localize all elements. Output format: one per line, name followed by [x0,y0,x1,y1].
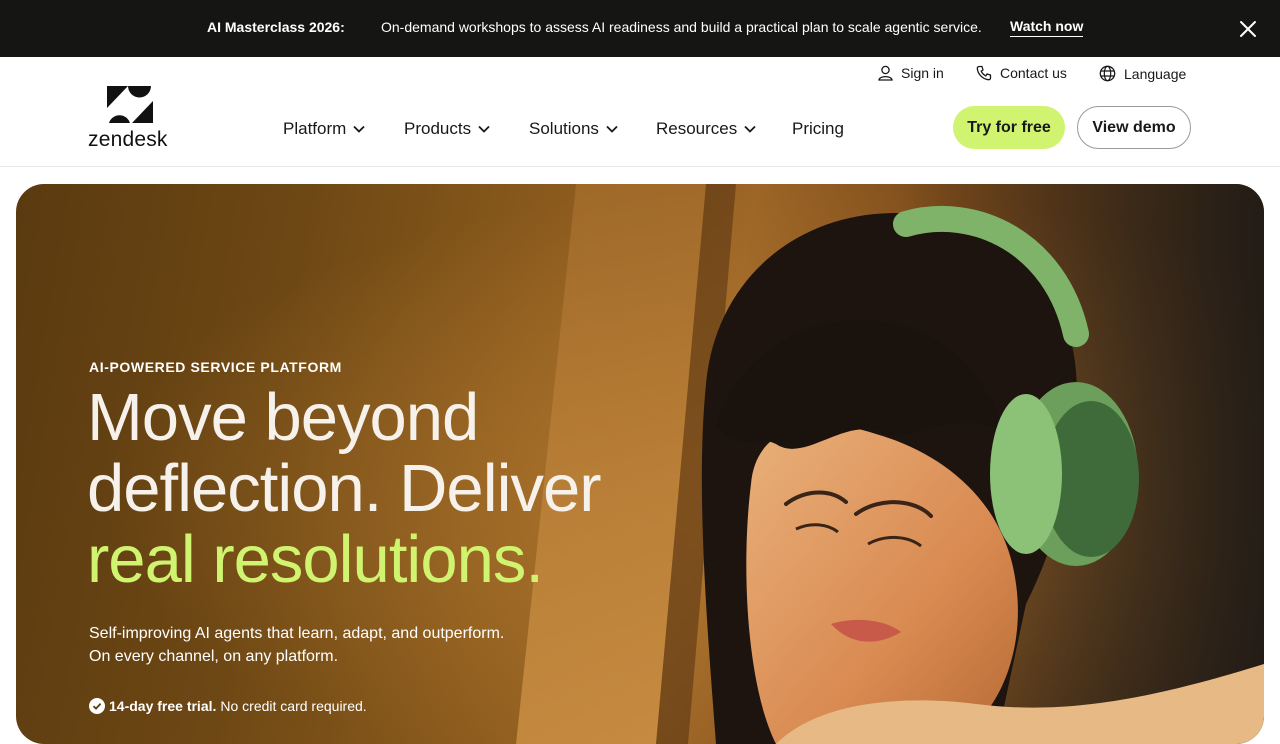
globe-icon [1099,65,1116,82]
chevron-down-icon [353,125,365,133]
nav-products-label: Products [404,119,472,138]
site-header: zendesk Sign in Contact us Language Plat… [0,57,1280,167]
nav-products[interactable]: Products [404,119,490,139]
user-icon [878,65,893,81]
try-for-free-button[interactable]: Try for free [953,106,1065,149]
hero-headline: Move beyond deflection. Deliver real res… [87,380,602,597]
headline-accent: real resolutions. [87,522,544,597]
nav-solutions[interactable]: Solutions [529,119,618,139]
nav-resources-label: Resources [656,119,738,138]
zendesk-logo-icon [107,86,153,123]
headline-line-2: deflection. Deliver [87,451,602,526]
trial-bold-text: 14-day free trial. [109,698,217,714]
sign-in-label: Sign in [901,65,944,81]
close-icon[interactable] [1236,17,1260,41]
phone-icon [976,65,992,81]
zendesk-wordmark: zendesk [88,128,168,151]
headline-line-1: Move beyond [87,380,479,455]
sub-line-1: Self-improving AI agents that learn, ada… [89,625,505,642]
nav-solutions-label: Solutions [529,119,599,138]
nav-pricing[interactable]: Pricing [792,119,844,139]
chevron-down-icon [478,125,490,133]
watch-now-link[interactable]: Watch now [1010,18,1084,37]
sign-in-link[interactable]: Sign in [878,65,944,81]
hero-eyebrow: AI-POWERED SERVICE PLATFORM [89,359,342,375]
announcement-bar: AI Masterclass 2026: On-demand workshops… [0,0,1280,57]
language-label: Language [1124,65,1187,82]
sub-line-2: On every channel, on any platform. [89,648,339,665]
nav-platform[interactable]: Platform [283,119,365,139]
chevron-down-icon [744,125,756,133]
hero-section: AI-POWERED SERVICE PLATFORM Move beyond … [16,184,1264,744]
contact-us-label: Contact us [1000,65,1067,81]
trial-text: No credit card required. [220,698,367,714]
nav-platform-label: Platform [283,119,347,138]
nav-pricing-label: Pricing [792,119,844,138]
chevron-down-icon [606,125,618,133]
language-selector[interactable]: Language [1099,65,1186,82]
hero-subheading: Self-improving AI agents that learn, ada… [89,622,504,668]
check-circle-icon [89,698,105,714]
contact-us-link[interactable]: Contact us [976,65,1067,81]
nav-resources[interactable]: Resources [656,119,756,139]
zendesk-logo[interactable]: zendesk [88,86,178,151]
free-trial-note: 14-day free trial. No credit card requir… [89,698,367,714]
announcement-text: On-demand workshops to assess AI readine… [381,19,982,35]
announcement-title: AI Masterclass 2026: [207,19,345,35]
view-demo-button[interactable]: View demo [1077,106,1191,149]
